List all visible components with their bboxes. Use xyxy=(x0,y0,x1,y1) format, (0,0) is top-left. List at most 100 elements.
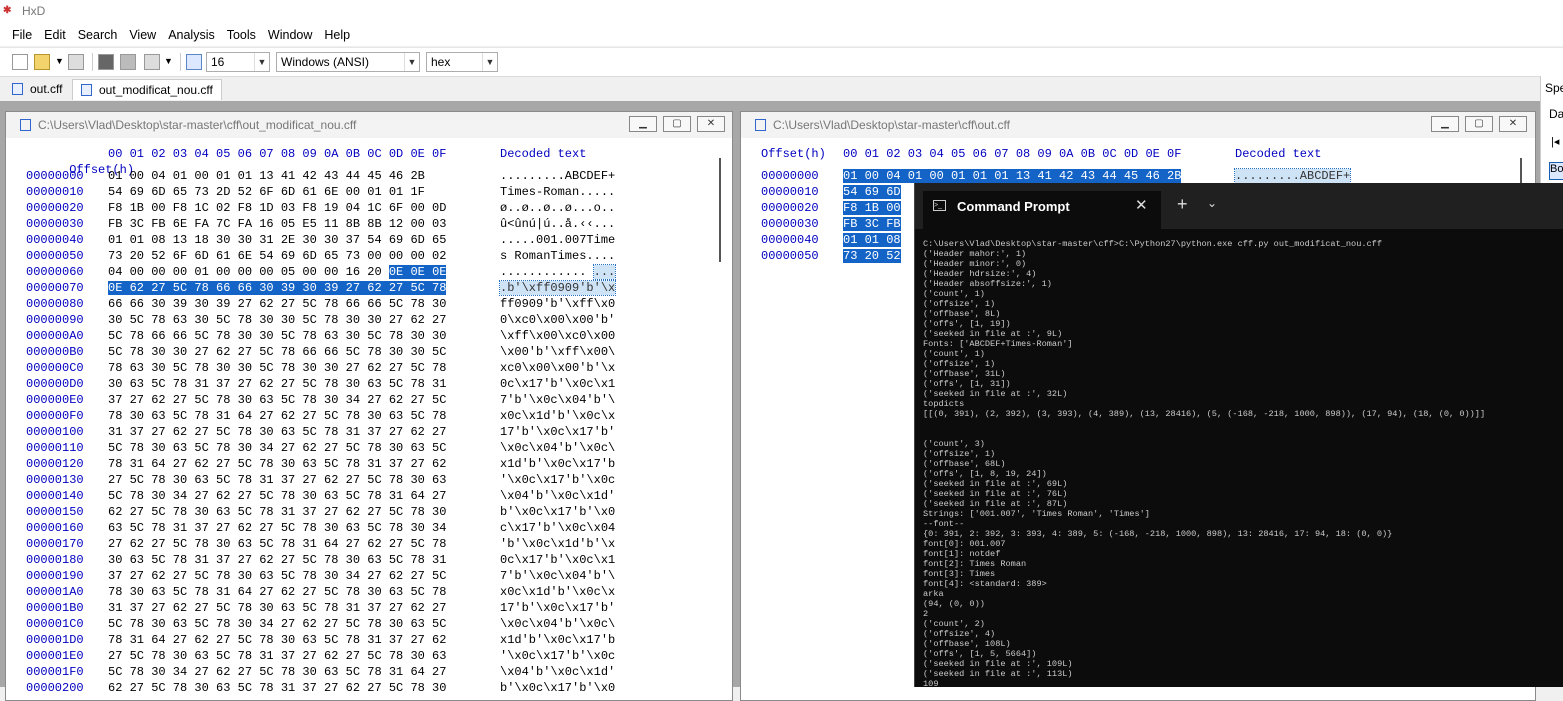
row-decoded-text[interactable]: \x04'b'\x0c\x1d' xyxy=(500,488,615,504)
row-hex-bytes[interactable]: 78 31 64 27 62 27 5C 78 30 63 5C 78 31 3… xyxy=(108,632,446,648)
save-icon[interactable] xyxy=(68,54,84,70)
menu-view[interactable]: View xyxy=(123,28,162,42)
row-decoded-text[interactable]: .....001.007Time xyxy=(500,232,615,248)
hex-row[interactable]: 00000180 30 63 5C 78 31 37 27 62 27 5C 78… xyxy=(26,552,716,568)
charset-select[interactable]: Windows (ANSI) ▼ xyxy=(276,52,420,72)
menu-window[interactable]: Window xyxy=(262,28,318,42)
menu-analysis[interactable]: Analysis xyxy=(162,28,221,42)
row-hex-bytes[interactable]: 54 69 6D 65 73 2D 52 6F 6D 61 6E 00 01 0… xyxy=(108,184,425,200)
hex-row[interactable]: 00000090 30 5C 78 63 30 5C 78 30 30 5C 78… xyxy=(26,312,716,328)
row-hex-bytes[interactable]: F8 1B 00 xyxy=(843,200,901,216)
row-hex-bytes[interactable]: 73 20 52 xyxy=(843,248,901,264)
row-decoded-text[interactable]: c\x17'b'\x0c\x04 xyxy=(500,520,615,536)
menu-file[interactable]: File xyxy=(6,28,38,42)
open-dropdown-icon[interactable]: ▼ xyxy=(55,56,64,66)
command-prompt-window[interactable]: >_ Command Prompt ✕ + ⌄ C:\Users\Vlad\De… xyxy=(914,183,1563,687)
hex-row[interactable]: 000000D0 30 63 5C 78 31 37 27 62 27 5C 78… xyxy=(26,376,716,392)
row-hex-bytes[interactable]: 01 00 04 01 00 01 01 01 13 41 42 43 44 4… xyxy=(843,168,1182,184)
hex-row[interactable]: 000000B0 5C 78 30 30 27 62 27 5C 78 66 66… xyxy=(26,344,716,360)
hex-row[interactable]: 000001B0 31 37 27 62 27 5C 78 30 63 5C 78… xyxy=(26,600,716,616)
open-disk-icon[interactable] xyxy=(120,54,136,70)
row-hex-bytes[interactable]: 01 01 08 13 18 30 30 31 2E 30 30 37 54 6… xyxy=(108,232,446,248)
row-hex-bytes[interactable]: 73 20 52 6F 6D 61 6E 54 69 6D 65 73 00 0… xyxy=(108,248,446,264)
row-hex-bytes[interactable]: F8 1B 00 F8 1C 02 F8 1D 03 F8 19 04 1C 6… xyxy=(108,200,446,216)
chevron-down-icon[interactable]: ⌄ xyxy=(1207,196,1217,210)
row-decoded-text[interactable]: ø..ø..ø..ø...o.. xyxy=(500,200,615,216)
row-decoded-text[interactable]: x1d'b'\x0c\x17'b xyxy=(500,632,615,648)
row-decoded-text[interactable]: \x00'b'\xff\x00\ xyxy=(500,344,615,360)
row-decoded-text[interactable]: b'\x0c\x17'b'\x0 xyxy=(500,504,615,520)
tab-out-modificat-nou-cff[interactable]: out_modificat_nou.cff xyxy=(72,79,222,100)
hex-row[interactable]: 00000000 01 00 04 01 00 01 01 01 13 41 42… xyxy=(761,168,1461,184)
hex-row[interactable]: 00000100 31 37 27 62 27 5C 78 30 63 5C 78… xyxy=(26,424,716,440)
hex-row[interactable]: 00000170 27 62 27 5C 78 30 63 5C 78 31 64… xyxy=(26,536,716,552)
memory-dropdown-icon[interactable]: ▼ xyxy=(164,56,173,66)
hex-row[interactable]: 00000020 F8 1B 00 F8 1C 02 F8 1D 03 F8 19… xyxy=(26,200,716,216)
row-decoded-text[interactable]: 0c\x17'b'\x0c\x1 xyxy=(500,552,615,568)
row-hex-bytes[interactable]: FB 3C FB 6E FA 7C FA 16 05 E5 11 8B 8B 1… xyxy=(108,216,446,232)
row-hex-bytes[interactable]: 04 00 00 00 01 00 00 00 05 00 00 16 20 0… xyxy=(108,264,447,280)
first-record-icon[interactable]: |◂ xyxy=(1551,135,1559,148)
hex-row[interactable]: 00000010 54 69 6D 65 73 2D 52 6F 6D 61 6E… xyxy=(26,184,716,200)
menu-tools[interactable]: Tools xyxy=(221,28,262,42)
hex-row[interactable]: 000000A0 5C 78 66 66 5C 78 30 30 5C 78 63… xyxy=(26,328,716,344)
hex-row[interactable]: 00000040 01 01 08 13 18 30 30 31 2E 30 30… xyxy=(26,232,716,248)
row-decoded-text[interactable]: x0c\x1d'b'\x0c\x xyxy=(500,584,615,600)
row-hex-bytes[interactable]: 0E 62 27 5C 78 66 66 30 39 30 39 27 62 2… xyxy=(108,280,447,296)
hex-row[interactable]: 00000190 37 27 62 27 5C 78 30 63 5C 78 30… xyxy=(26,568,716,584)
hex-row[interactable]: 000001A0 78 30 63 5C 78 31 64 27 62 27 5C… xyxy=(26,584,716,600)
vertical-scrollbar[interactable] xyxy=(719,158,721,262)
row-decoded-text[interactable]: b'\x0c\x17'b'\x0 xyxy=(500,680,615,696)
close-button[interactable]: ✕ xyxy=(697,116,725,132)
minimize-button[interactable]: ▁ xyxy=(1431,116,1459,132)
menu-search[interactable]: Search xyxy=(72,28,124,42)
row-decoded-text[interactable]: \x0c\x04'b'\x0c\ xyxy=(500,440,615,456)
row-decoded-text[interactable]: 0\xc0\x00\x00'b' xyxy=(500,312,615,328)
row-decoded-text[interactable]: 17'b'\x0c\x17'b' xyxy=(500,424,615,440)
close-button[interactable]: ✕ xyxy=(1499,116,1527,132)
row-decoded-text[interactable]: Times-Roman..... xyxy=(500,184,615,200)
row-hex-bytes[interactable]: 5C 78 30 34 27 62 27 5C 78 30 63 5C 78 3… xyxy=(108,664,446,680)
maximize-button[interactable]: ▢ xyxy=(663,116,691,132)
row-hex-bytes[interactable]: 5C 78 30 30 27 62 27 5C 78 66 66 5C 78 3… xyxy=(108,344,446,360)
hex-row[interactable]: 00000000 01 00 04 01 00 01 01 13 41 42 43… xyxy=(26,168,716,184)
row-decoded-text[interactable]: ff0909'b'\xff\x0 xyxy=(500,296,615,312)
ram-editor-icon[interactable] xyxy=(98,54,114,70)
row-hex-bytes[interactable]: 78 63 30 5C 78 30 30 5C 78 30 30 27 62 2… xyxy=(108,360,446,376)
hex-row[interactable]: 000001D0 78 31 64 27 62 27 5C 78 30 63 5C… xyxy=(26,632,716,648)
row-decoded-text[interactable]: '\x0c\x17'b'\x0c xyxy=(500,472,615,488)
row-decoded-text[interactable]: 7'b'\x0c\x04'b'\ xyxy=(500,568,615,584)
row-decoded-text[interactable]: 7'b'\x0c\x04'b'\ xyxy=(500,392,615,408)
row-hex-bytes[interactable]: 62 27 5C 78 30 63 5C 78 31 37 27 62 27 5… xyxy=(108,680,446,696)
hex-row[interactable]: 00000050 73 20 52 6F 6D 61 6E 54 69 6D 65… xyxy=(26,248,716,264)
open-file-icon[interactable] xyxy=(34,54,50,70)
display-mode-select[interactable]: hex ▼ xyxy=(426,52,498,72)
row-hex-bytes[interactable]: 5C 78 30 63 5C 78 30 34 27 62 27 5C 78 3… xyxy=(108,616,446,632)
row-hex-bytes[interactable]: 78 30 63 5C 78 31 64 27 62 27 5C 78 30 6… xyxy=(108,408,446,424)
row-hex-bytes[interactable]: 27 5C 78 30 63 5C 78 31 37 27 62 27 5C 7… xyxy=(108,472,446,488)
row-decoded-text[interactable]: \xff\x00\xc0\x00 xyxy=(500,328,615,344)
row-hex-bytes[interactable]: 66 66 30 39 30 39 27 62 27 5C 78 66 66 5… xyxy=(108,296,446,312)
hex-row[interactable]: 00000030 FB 3C FB 6E FA 7C FA 16 05 E5 11… xyxy=(26,216,716,232)
row-decoded-text[interactable]: x1d'b'\x0c\x17'b xyxy=(500,456,615,472)
hex-row[interactable]: 00000080 66 66 30 39 30 39 27 62 27 5C 78… xyxy=(26,296,716,312)
hex-row[interactable]: 00000200 62 27 5C 78 30 63 5C 78 31 37 27… xyxy=(26,680,716,696)
row-hex-bytes[interactable]: 63 5C 78 31 37 27 62 27 5C 78 30 63 5C 7… xyxy=(108,520,446,536)
hex-row[interactable]: 000000C0 78 63 30 5C 78 30 30 5C 78 30 30… xyxy=(26,360,716,376)
row-hex-bytes[interactable]: 54 69 6D xyxy=(843,184,901,200)
hex-row[interactable]: 00000120 78 31 64 27 62 27 5C 78 30 63 5C… xyxy=(26,456,716,472)
row-decoded-text[interactable]: \x0c\x04'b'\x0c\ xyxy=(500,616,615,632)
row-hex-bytes[interactable]: 37 27 62 27 5C 78 30 63 5C 78 30 34 27 6… xyxy=(108,392,446,408)
terminal-output[interactable]: C:\Users\Vlad\Desktop\star-master\cff>C:… xyxy=(923,239,1563,687)
row-hex-bytes[interactable]: 78 30 63 5C 78 31 64 27 62 27 5C 78 30 6… xyxy=(108,584,446,600)
row-decoded-text[interactable]: .........ABCDEF+ xyxy=(500,168,615,184)
row-hex-bytes[interactable]: 78 31 64 27 62 27 5C 78 30 63 5C 78 31 3… xyxy=(108,456,446,472)
hex-row[interactable]: 00000140 5C 78 30 34 27 62 27 5C 78 30 63… xyxy=(26,488,716,504)
row-hex-bytes[interactable]: 5C 78 66 66 5C 78 30 30 5C 78 63 30 5C 7… xyxy=(108,328,446,344)
row-decoded-text[interactable]: xc0\x00\x00'b'\x xyxy=(500,360,615,376)
row-hex-bytes[interactable]: 31 37 27 62 27 5C 78 30 63 5C 78 31 37 2… xyxy=(108,424,446,440)
hex-row[interactable]: 00000060 04 00 00 00 01 00 00 00 05 00 00… xyxy=(26,264,716,280)
bytes-per-row-select[interactable]: 16 ▼ xyxy=(206,52,270,72)
row-decoded-text[interactable]: û<ûnú|ú..å.‹‹... xyxy=(500,216,615,232)
row-hex-bytes[interactable]: FB 3C FB xyxy=(843,216,901,232)
